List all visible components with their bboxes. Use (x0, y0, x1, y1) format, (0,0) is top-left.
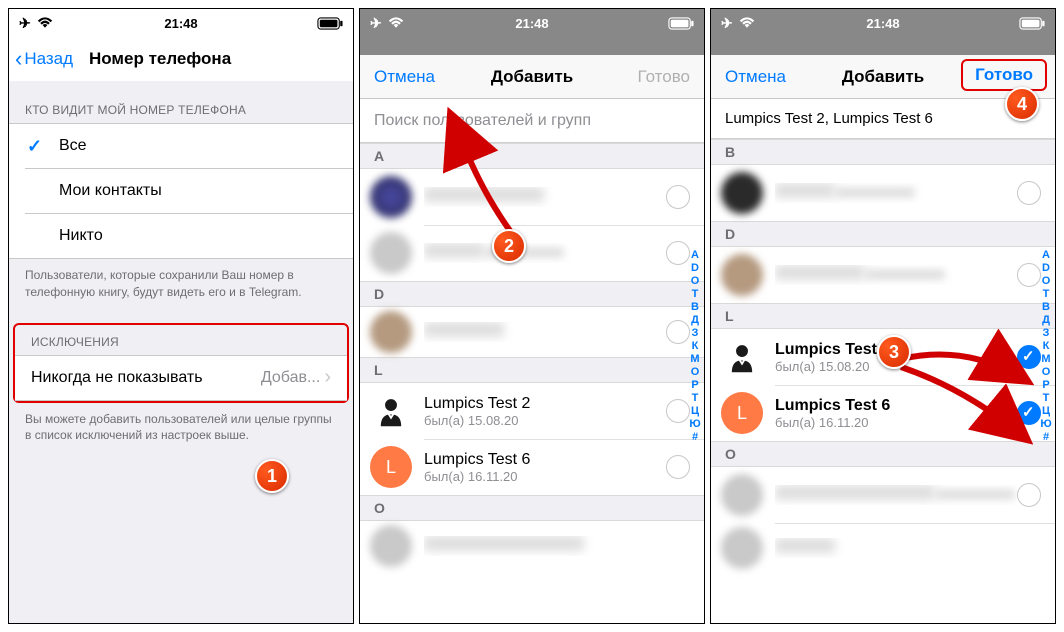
chevron-right-icon: › (324, 366, 331, 389)
avatar (370, 176, 412, 218)
checkbox[interactable] (1017, 263, 1041, 287)
checkbox[interactable] (666, 455, 690, 479)
back-label: Назад (24, 49, 73, 69)
section-B: B (711, 139, 1055, 165)
contact-name-blurred (775, 485, 935, 500)
search-input[interactable]: Поиск пользователей и групп (360, 99, 704, 143)
avatar (721, 172, 763, 214)
checkbox[interactable] (666, 241, 690, 265)
contact-sub-blurred (865, 269, 945, 280)
avatar (370, 390, 412, 432)
annotation-marker-3: 3 (877, 335, 911, 369)
checkbox[interactable] (1017, 483, 1041, 507)
status-time: 21:48 (9, 16, 353, 31)
never-show-detail: Добав... (261, 369, 320, 387)
selected-contacts[interactable]: Lumpics Test 2, Lumpics Test 6 (711, 99, 1055, 139)
section-O: O (360, 495, 704, 521)
section-header-who: КТО ВИДИТ МОЙ НОМЕР ТЕЛЕФОНА (9, 81, 353, 123)
contact-sub-blurred (835, 187, 915, 198)
option-all[interactable]: Все (9, 124, 353, 168)
status-bar: ✈ 21:48 (711, 9, 1055, 37)
highlight-exceptions: ИСКЛЮЧЕНИЯ Никогда не показывать Добав..… (13, 323, 349, 403)
checkbox[interactable] (666, 399, 690, 423)
list-item[interactable] (360, 307, 704, 357)
checkbox[interactable] (1017, 181, 1041, 205)
list-item[interactable] (360, 521, 704, 571)
list-item-lumpics-6[interactable]: L Lumpics Test 6 был(а) 16.11.20 (360, 439, 704, 495)
section-D: D (711, 221, 1055, 247)
checkbox[interactable] (666, 185, 690, 209)
selected-text: Lumpics Test 2, Lumpics Test 6 (725, 110, 933, 127)
contact-status: был(а) 16.11.20 (424, 469, 666, 484)
section-footer-who: Пользователи, которые сохранили Ваш номе… (9, 259, 353, 307)
option-nobody[interactable]: Никто (9, 214, 353, 258)
nav-bar: Отмена Добавить Готово (360, 55, 704, 99)
avatar (370, 311, 412, 353)
content: Поиск пользователей и групп A D L (360, 99, 704, 623)
content: КТО ВИДИТ МОЙ НОМЕР ТЕЛЕФОНА Все Мои кон… (9, 81, 353, 623)
visibility-options: Все Мои контакты Никто (9, 123, 353, 259)
chevron-left-icon: ‹ (15, 48, 22, 70)
checkbox[interactable] (666, 320, 690, 344)
status-time: 21:48 (711, 16, 1055, 31)
annotation-marker-1: 1 (255, 459, 289, 493)
avatar (721, 474, 763, 516)
nav-bar: Отмена Добавить Готово (711, 55, 1055, 99)
content: Lumpics Test 2, Lumpics Test 6 B D L (711, 99, 1055, 623)
annotation-marker-2: 2 (492, 229, 526, 263)
contact-status: был(а) 15.08.20 (424, 413, 666, 428)
page-title: Номер телефона (89, 49, 231, 69)
section-footer-exceptions: Вы можете добавить пользователей или цел… (9, 403, 353, 451)
never-show-cell[interactable]: Никогда не показывать Добав... › (15, 356, 347, 400)
contact-name-blurred (775, 538, 835, 553)
contact-name-blurred (424, 536, 584, 551)
status-time: 21:48 (360, 16, 704, 31)
index-bar[interactable]: ADOТВДЗКМОРТЦЮ# (1039, 249, 1053, 443)
list-item[interactable] (711, 247, 1055, 303)
avatar (721, 254, 763, 296)
highlight-done: Готово (961, 59, 1047, 91)
done-button[interactable]: Готово (624, 67, 705, 87)
list-item[interactable] (711, 165, 1055, 221)
avatar: L (370, 446, 412, 488)
section-header-exceptions: ИСКЛЮЧЕНИЯ (15, 325, 347, 355)
list-item[interactable] (711, 467, 1055, 523)
phone-screen-3: ✈ 21:48 Отмена Добавить Готово Lumpics T… (710, 8, 1056, 624)
list-item-lumpics-2[interactable]: Lumpics Test 2 был(а) 15.08.20 (360, 383, 704, 439)
done-button[interactable]: Готово (965, 65, 1043, 85)
contact-name-blurred (775, 265, 865, 280)
back-button[interactable]: ‹ Назад (9, 48, 73, 70)
status-bar: ✈ 21:48 (9, 9, 353, 37)
phone-screen-2: ✈ 21:48 Отмена Добавить Готово Поиск пол… (359, 8, 705, 624)
contact-sub-blurred (935, 489, 1015, 500)
avatar (370, 525, 412, 567)
never-show-label: Никогда не показывать (31, 369, 203, 387)
section-L: L (711, 303, 1055, 329)
avatar (370, 232, 412, 274)
section-L: L (360, 357, 704, 383)
contact-name: Lumpics Test 6 (424, 451, 666, 469)
search-placeholder: Поиск пользователей и групп (374, 112, 591, 130)
section-D: D (360, 281, 704, 307)
list-item[interactable] (711, 523, 1055, 573)
avatar (721, 336, 763, 378)
index-bar[interactable]: ADOТВДЗКМОРТЦЮ# (688, 249, 702, 443)
annotation-marker-4: 4 (1005, 87, 1039, 121)
contact-name-blurred (775, 183, 835, 198)
nav-bar: ‹ Назад Номер телефона (9, 37, 353, 81)
option-contacts[interactable]: Мои контакты (9, 169, 353, 213)
avatar (721, 527, 763, 569)
avatar: L (721, 392, 763, 434)
contact-name: Lumpics Test 2 (424, 395, 666, 413)
contact-name-blurred (424, 322, 504, 337)
annotation-arrow-3b (896, 359, 1036, 454)
phone-screen-1: ✈ 21:48 ‹ Назад Номер телефона КТО ВИДИТ… (8, 8, 354, 624)
status-bar: ✈ 21:48 (360, 9, 704, 37)
